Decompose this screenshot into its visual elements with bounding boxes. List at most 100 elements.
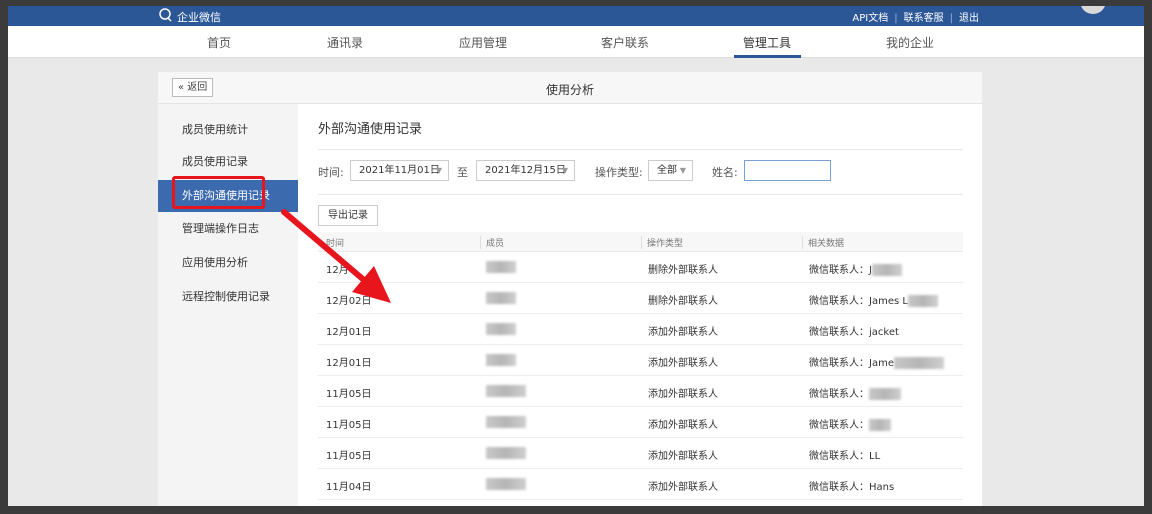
related-data-text: 微信联系人：James L bbox=[809, 296, 908, 307]
filter-bar: 时间: 2021年11月01日 ▼ 至 2021年12月15日 ▼ 操作类型: … bbox=[318, 160, 963, 182]
cell-op-type: 添加外部联系人 bbox=[648, 389, 718, 400]
redacted-blur bbox=[486, 416, 526, 428]
name-input[interactable] bbox=[744, 160, 831, 181]
separator: | bbox=[949, 13, 953, 24]
contact-support-link[interactable]: 联系客服 bbox=[904, 13, 944, 24]
cell-time: 12月 bbox=[326, 265, 349, 276]
nav-home[interactable]: 首页 bbox=[207, 34, 231, 51]
redacted-blur bbox=[893, 357, 944, 369]
cell-related-data: 微信联系人：J bbox=[809, 261, 902, 276]
related-data-text: 微信联系人： bbox=[809, 389, 869, 400]
table-row[interactable]: 12月 删除外部联系人 微信联系人：J bbox=[318, 252, 963, 283]
panel-header: « 返回 使用分析 bbox=[158, 72, 982, 104]
nav-management-tools[interactable]: 管理工具 bbox=[743, 34, 791, 51]
divider bbox=[318, 194, 963, 195]
avatar[interactable] bbox=[1080, 6, 1106, 14]
annotation-highlight-box bbox=[172, 176, 265, 209]
cell-member bbox=[486, 385, 526, 397]
chevron-down-icon: ▼ bbox=[435, 166, 442, 175]
cell-time: 11月05日 bbox=[326, 451, 372, 462]
table-row[interactable]: 12月01日 添加外部联系人 微信联系人：jacket bbox=[318, 314, 963, 345]
end-date-picker[interactable]: 2021年12月15日 ▼ bbox=[476, 160, 575, 181]
cell-op-type: 删除外部联系人 bbox=[648, 265, 718, 276]
cell-op-type: 添加外部联系人 bbox=[648, 358, 718, 369]
table-row[interactable]: 11月05日 添加外部联系人 微信联系人： bbox=[318, 376, 963, 407]
records-table: 时间 成员 操作类型 相关数据 12月 删除外部联系人 微信联系人：J 12月0… bbox=[318, 232, 963, 500]
cell-related-data: 微信联系人： bbox=[809, 416, 891, 431]
cell-time: 12月02日 bbox=[326, 296, 372, 307]
wecom-logo-icon bbox=[158, 8, 174, 25]
related-data-text: 微信联系人：Jame bbox=[809, 358, 894, 369]
cell-op-type: 添加外部联系人 bbox=[648, 451, 718, 462]
page-title: 使用分析 bbox=[545, 83, 594, 97]
cell-related-data: 微信联系人：jacket bbox=[809, 327, 899, 338]
redacted-blur bbox=[486, 261, 516, 273]
start-date-value: 2021年11月01日 bbox=[359, 165, 440, 176]
op-type-value: 全部 bbox=[657, 165, 677, 176]
api-docs-link[interactable]: API文档 bbox=[852, 13, 888, 24]
chevron-down-icon: ▼ bbox=[561, 166, 568, 175]
nav-customer-contact[interactable]: 客户联系 bbox=[601, 34, 649, 51]
frame-edge bbox=[1144, 0, 1152, 514]
redacted-blur bbox=[486, 385, 526, 397]
nav-app-management[interactable]: 应用管理 bbox=[459, 34, 507, 51]
active-tab-indicator bbox=[734, 55, 801, 58]
cell-op-type: 添加外部联系人 bbox=[648, 420, 718, 431]
to-label: 至 bbox=[457, 166, 468, 179]
cell-related-data: 微信联系人：Hans bbox=[809, 482, 895, 493]
nav-my-enterprise[interactable]: 我的企业 bbox=[886, 34, 934, 51]
cell-op-type: 删除外部联系人 bbox=[648, 296, 718, 307]
chevron-down-icon: ▼ bbox=[679, 166, 686, 175]
time-label: 时间: bbox=[318, 166, 344, 179]
column-header-related-data[interactable]: 相关数据 bbox=[802, 236, 844, 249]
sidebar-item-member-stats[interactable]: 成员使用统计 bbox=[158, 114, 298, 146]
cell-member bbox=[486, 447, 526, 459]
cell-time: 12月01日 bbox=[326, 327, 372, 338]
sidebar: 成员使用统计 成员使用记录 外部沟通使用记录 管理端操作日志 应用使用分析 远程… bbox=[158, 104, 298, 506]
sidebar-item-app-usage[interactable]: 应用使用分析 bbox=[158, 247, 298, 279]
cell-related-data: 微信联系人：Jame bbox=[809, 354, 944, 369]
export-button[interactable]: 导出记录 bbox=[318, 205, 378, 226]
cell-time: 11月05日 bbox=[326, 389, 372, 400]
redacted-blur bbox=[486, 478, 526, 490]
cell-member bbox=[486, 354, 516, 366]
logout-link[interactable]: 退出 bbox=[959, 13, 979, 24]
column-header-op-type[interactable]: 操作类型 bbox=[641, 236, 683, 249]
logo[interactable]: 企业微信 bbox=[158, 8, 221, 25]
table-row[interactable]: 11月05日 添加外部联系人 微信联系人：LL bbox=[318, 438, 963, 469]
redacted-blur bbox=[486, 447, 526, 459]
column-header-member[interactable]: 成员 bbox=[480, 236, 504, 249]
table-row[interactable]: 12月01日 添加外部联系人 微信联系人：Jame bbox=[318, 345, 963, 376]
screen: 企业微信 API文档 | 联系客服 | 退出 首页 通讯录 应用管理 客户联系 管理工具… bbox=[8, 6, 1144, 506]
sidebar-item-member-records[interactable]: 成员使用记录 bbox=[158, 146, 298, 178]
op-type-select[interactable]: 全部 ▼ bbox=[648, 160, 693, 181]
cell-member bbox=[486, 416, 526, 428]
section-title: 外部沟通使用记录 bbox=[318, 122, 423, 137]
end-date-value: 2021年12月15日 bbox=[485, 165, 566, 176]
table-header: 时间 成员 操作类型 相关数据 bbox=[318, 232, 963, 252]
redacted-blur bbox=[486, 354, 516, 366]
start-date-picker[interactable]: 2021年11月01日 ▼ bbox=[350, 160, 449, 181]
redacted-blur bbox=[486, 323, 516, 335]
table-row[interactable]: 11月05日 添加外部联系人 微信联系人： bbox=[318, 407, 963, 438]
top-bar: 企业微信 API文档 | 联系客服 | 退出 bbox=[8, 6, 1144, 26]
related-data-text: 微信联系人： bbox=[809, 420, 869, 431]
related-data-text: 微信联系人：J bbox=[809, 265, 872, 276]
usage-analysis-panel: « 返回 使用分析 成员使用统计 成员使用记录 外部沟通使用记录 管理端操作日志… bbox=[158, 72, 982, 506]
cell-member bbox=[486, 478, 526, 490]
main-nav: 首页 通讯录 应用管理 客户联系 管理工具 我的企业 bbox=[8, 26, 1144, 58]
name-label: 姓名: bbox=[712, 166, 738, 179]
separator: | bbox=[894, 13, 898, 24]
cell-op-type: 添加外部联系人 bbox=[648, 327, 718, 338]
sidebar-item-remote-control-records[interactable]: 远程控制使用记录 bbox=[158, 281, 298, 313]
table-row[interactable]: 12月02日 删除外部联系人 微信联系人：James L bbox=[318, 283, 963, 314]
cell-related-data: 微信联系人：James L bbox=[809, 292, 938, 307]
cell-op-type: 添加外部联系人 bbox=[648, 482, 718, 493]
column-header-time[interactable]: 时间 bbox=[326, 236, 344, 249]
redacted-blur bbox=[869, 419, 891, 431]
sidebar-item-admin-logs[interactable]: 管理端操作日志 bbox=[158, 213, 298, 245]
table-row[interactable]: 11月04日 添加外部联系人 微信联系人：Hans bbox=[318, 469, 963, 500]
cell-related-data: 微信联系人： bbox=[809, 385, 901, 400]
nav-contacts[interactable]: 通讯录 bbox=[327, 34, 363, 51]
cell-time: 11月05日 bbox=[326, 420, 372, 431]
